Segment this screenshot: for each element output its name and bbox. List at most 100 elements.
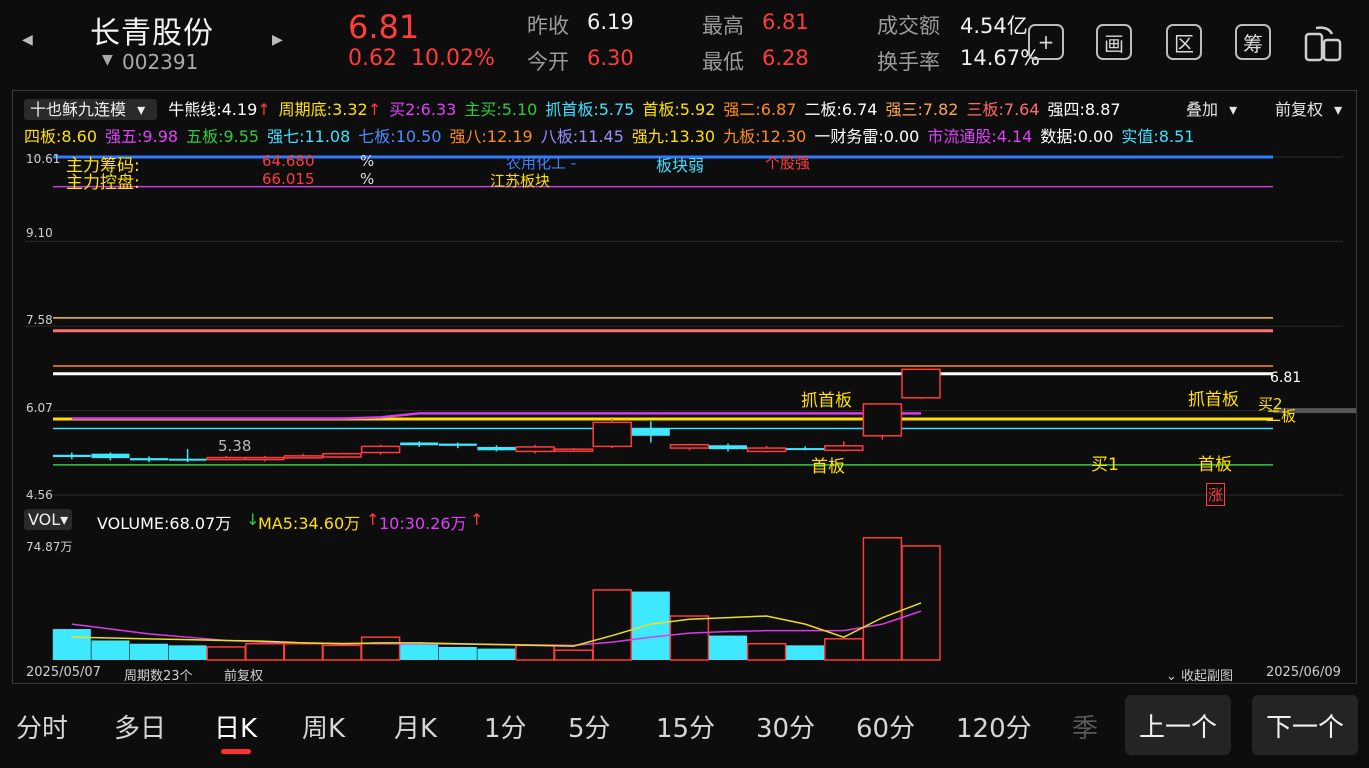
candle-body-11 xyxy=(477,446,516,451)
indicator-row1-item-2: 周期底:3.32 xyxy=(278,100,368,119)
fq-bottom: 前复权 xyxy=(224,669,264,684)
indicator-row1-item-1: ↑ xyxy=(257,100,271,119)
indicator-row2-item-12: 实值:8.51 xyxy=(1121,127,1195,146)
chevron-down-icon: ⌄ xyxy=(1166,669,1182,684)
candle-body-9 xyxy=(400,442,439,446)
volume-bar-21 xyxy=(862,537,903,661)
vol-select[interactable]: VOL▾ xyxy=(24,509,73,530)
code-dropdown-icon[interactable]: ▼ xyxy=(102,52,113,68)
indicator-row2-item-3: 强七:11.08 xyxy=(267,127,351,146)
high-value: 6.81 xyxy=(762,10,809,34)
tab-8[interactable]: 30分 xyxy=(756,708,815,745)
rotate-screen-icon[interactable] xyxy=(1302,22,1344,68)
ma5-line xyxy=(71,602,922,647)
tab-9[interactable]: 60分 xyxy=(856,708,915,745)
candle-body-15 xyxy=(631,428,670,436)
zhua-shouban-1: 抓首板 xyxy=(801,391,852,411)
stock-code[interactable]: 002391 xyxy=(122,50,198,74)
tab-2[interactable]: 日K xyxy=(214,708,257,745)
prev-stock-arrow[interactable]: ◀ xyxy=(22,32,33,48)
tab-6[interactable]: 5分 xyxy=(568,708,611,745)
kline-chart[interactable] xyxy=(13,145,1356,505)
volume-bar-10 xyxy=(438,646,477,660)
volume-bar-11 xyxy=(477,648,516,660)
fq-dropdown[interactable]: 前复权 ▾ xyxy=(1275,96,1348,120)
picture-icon[interactable]: 画 xyxy=(1096,24,1132,60)
candle-body-13 xyxy=(553,448,594,452)
overlay-label: 叠加 xyxy=(1186,100,1219,119)
fq-label: 前复权 xyxy=(1275,100,1324,119)
dropdown-arrow-icon: ▾ xyxy=(60,510,69,529)
candle-body-14 xyxy=(592,421,632,448)
candle-body-18 xyxy=(746,447,787,453)
indicator-row1-item-9: 二板:6.74 xyxy=(804,100,878,119)
indicator-row2-item-5: 强八:12.19 xyxy=(449,127,533,146)
low-price-label: 5.38 xyxy=(218,437,252,455)
overlay-dropdown[interactable]: 叠加 ▾ xyxy=(1186,96,1243,120)
y-tick-3: 7.58 xyxy=(26,313,53,327)
indicator-row1-item-5: 主买:5.10 xyxy=(464,100,538,119)
candle-body-20 xyxy=(824,445,864,452)
y-tick-5: 4.56 xyxy=(26,488,53,502)
volume-bar-14 xyxy=(592,589,632,661)
next-button[interactable]: 下一个 xyxy=(1252,695,1358,755)
shouban-1: 首板 xyxy=(811,457,845,477)
indicator-row2-item-10: 市流通股:4.14 xyxy=(927,127,1033,146)
indicator-row2-item-7: 强九:13.30 xyxy=(631,127,716,146)
volume-bar-6 xyxy=(283,642,324,661)
vol-select-label: VOL xyxy=(28,510,61,529)
candle-body-19 xyxy=(786,448,825,451)
turnover-label: 换手率 xyxy=(877,50,940,74)
prev-close-label: 昨收 xyxy=(527,14,569,38)
candle-body-12 xyxy=(515,446,555,453)
candle-body-10 xyxy=(438,443,477,446)
collapse-subchart[interactable]: ⌄ 收起副图 xyxy=(1166,665,1233,684)
volume-bar-0 xyxy=(52,629,91,660)
indicator-row1-item-12: 强四:8.87 xyxy=(1047,100,1121,119)
indicator-row1-item-4: 买2:6.33 xyxy=(389,100,457,119)
amount-label: 成交额 xyxy=(877,14,940,38)
indicator-row2-item-9: 一财务雷:0.00 xyxy=(814,127,920,146)
prev-button[interactable]: 上一个 xyxy=(1125,695,1231,755)
tab-0[interactable]: 分时 xyxy=(16,708,68,745)
change-pct: 10.02% xyxy=(411,46,495,71)
plus-box-icon[interactable]: + xyxy=(1028,24,1064,60)
next-stock-arrow[interactable]: ▶ xyxy=(272,32,283,48)
indicator-row2-item-0: 四板:8.60 xyxy=(24,127,98,146)
tab-11[interactable]: 季 xyxy=(1072,708,1098,745)
candle-body-3 xyxy=(168,458,207,461)
region-icon[interactable]: 区 xyxy=(1166,24,1202,60)
candle-body-5 xyxy=(245,456,285,461)
volume-bar-8 xyxy=(360,636,401,661)
volume-chart[interactable] xyxy=(13,530,1356,662)
indicator-row-1: 十也稣九连模 ▾ 牛熊线:4.19↑ 周期底:3.32↑ 买2:6.33 主买:5.1… xyxy=(24,96,1127,120)
tab-7[interactable]: 15分 xyxy=(656,708,715,745)
model-select[interactable]: 十也稣九连模 ▾ xyxy=(24,99,158,120)
volume-bar-20 xyxy=(824,638,864,661)
candle-body-21 xyxy=(862,403,903,437)
candle-body-1 xyxy=(91,453,130,459)
indicator-values-row-2: 四板:8.60 强五:9.98 五板:9.55 强七:11.08 七板:10.50 强八:… xyxy=(24,123,1194,147)
tab-5[interactable]: 1分 xyxy=(484,708,527,745)
change-abs: 0.62 xyxy=(348,46,397,71)
high-label: 最高 xyxy=(702,14,744,38)
collapse-subchart-label: 收起副图 xyxy=(1181,669,1234,684)
tab-3[interactable]: 周K xyxy=(302,708,345,745)
date-start: 2025/05/07 xyxy=(26,665,101,680)
tab-4[interactable]: 月K xyxy=(394,708,437,745)
y-tick-1: 10.61 xyxy=(26,152,61,166)
indicator-row1-item-0: 牛熊线:4.19 xyxy=(168,100,258,119)
tab-10[interactable]: 120分 xyxy=(956,708,1032,745)
tab-1[interactable]: 多日 xyxy=(114,708,166,745)
dropdown-arrow-icon: ▾ xyxy=(137,100,146,119)
chips-icon[interactable]: 筹 xyxy=(1235,24,1271,60)
volume-bar-15 xyxy=(631,591,670,660)
stock-name: 长青股份 xyxy=(90,16,214,51)
zhuli-chouma-value: 64.680 xyxy=(262,152,315,170)
ma10-up-arrow: ↑ xyxy=(470,510,484,529)
candle-body-4 xyxy=(206,456,246,461)
last-price-label: 6.81 xyxy=(1270,370,1302,386)
volume-bar-3 xyxy=(168,645,207,660)
volume-bar-16 xyxy=(669,615,710,661)
date-end: 2025/06/09 xyxy=(1266,665,1341,680)
